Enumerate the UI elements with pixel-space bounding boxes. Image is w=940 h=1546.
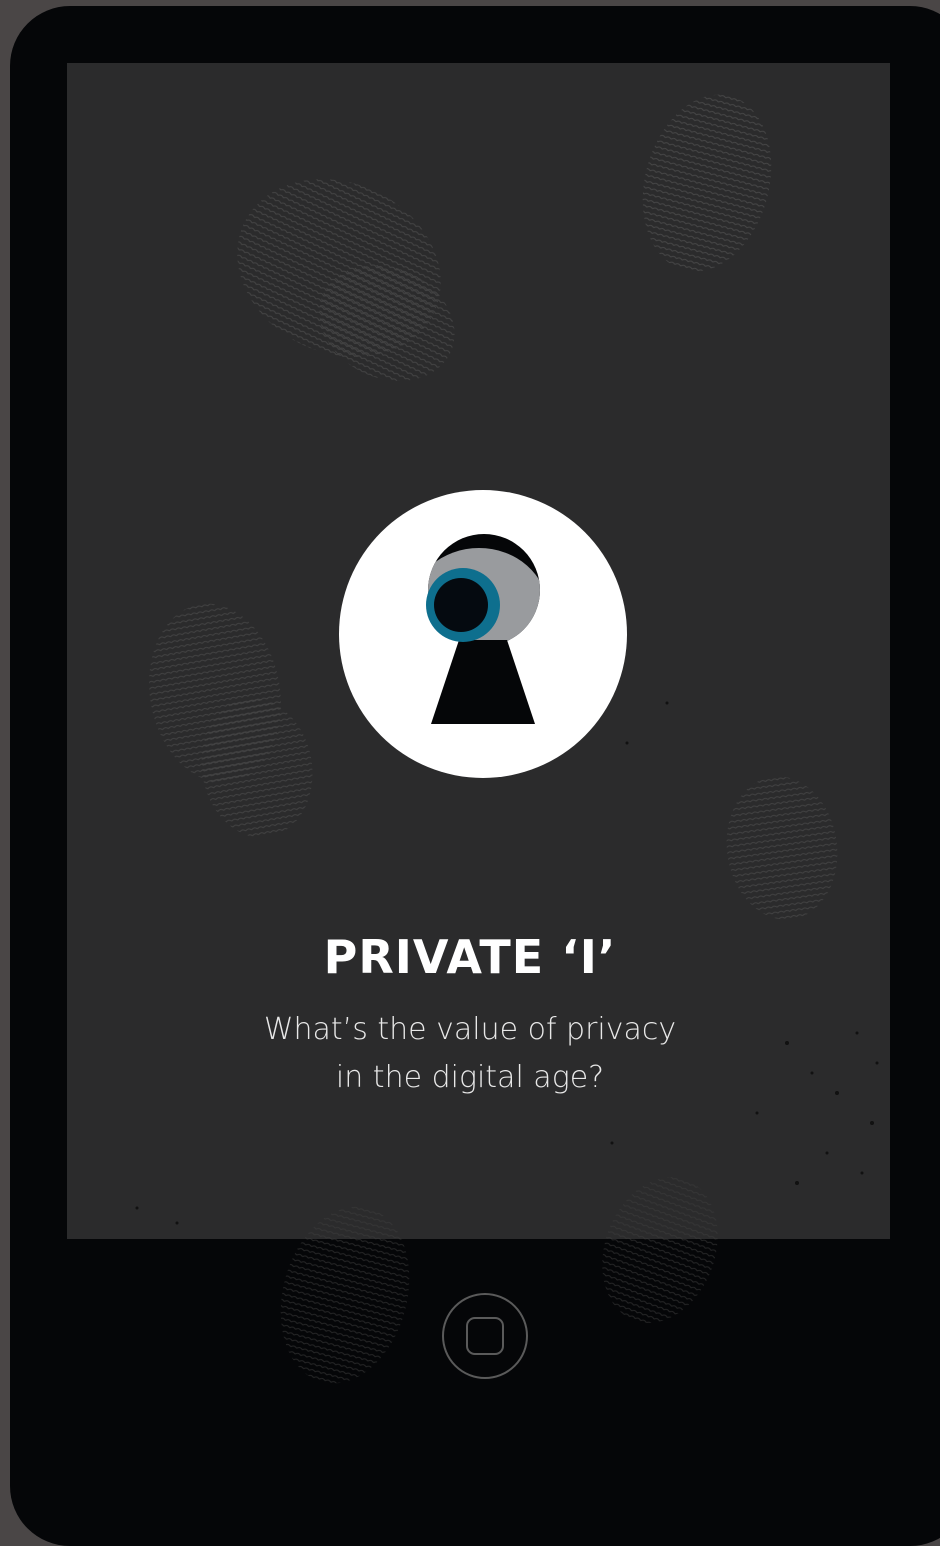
home-button[interactable] <box>442 1293 528 1379</box>
fingerprint-icon <box>149 603 313 838</box>
subtitle-line: in the digital age? <box>335 1060 605 1095</box>
keyhole-eye-logo <box>339 490 627 778</box>
page-title: PRIVATE ‘I’ <box>323 930 617 984</box>
page-subtitle: What’s the value of privacy in the digit… <box>0 1006 940 1102</box>
subtitle-line: What’s the value of privacy <box>263 1012 677 1047</box>
home-button-icon <box>466 1317 504 1355</box>
fingerprint-icon <box>726 776 838 920</box>
fingerprint-icon <box>237 179 455 381</box>
fingerprint-icon <box>642 94 772 272</box>
